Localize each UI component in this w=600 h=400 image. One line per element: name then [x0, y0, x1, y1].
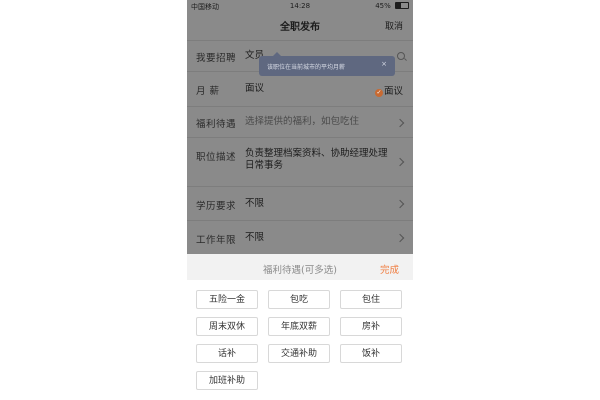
position-label: 我要招聘	[196, 53, 237, 64]
form-row-description[interactable]: 职位描述 负责整理档案资料、协助经理处理日常事务	[187, 138, 413, 187]
chevron-right-icon	[395, 157, 405, 167]
benefits-label: 福利待遇	[196, 119, 237, 130]
benefit-option[interactable]: 周末双休	[196, 317, 258, 336]
benefit-option[interactable]: 话补	[196, 344, 258, 363]
benefit-option[interactable]: 包吃	[268, 290, 330, 309]
salary-label: 月 薪	[196, 86, 220, 97]
benefit-option[interactable]: 加班补助	[196, 371, 258, 390]
cancel-button[interactable]: 取消	[385, 19, 403, 32]
battery-icon	[395, 2, 409, 9]
education-label: 学历要求	[196, 201, 237, 212]
negotiable-label: 面议	[383, 86, 403, 97]
salary-value: 面议	[245, 83, 265, 94]
benefit-option[interactable]: 包住	[340, 290, 402, 309]
done-button[interactable]: 完成	[380, 262, 399, 276]
tooltip-text: 该职位在当前城市的平均月薪	[267, 64, 346, 71]
form-row-benefits[interactable]: 福利待遇 选择提供的福利，如包吃住	[187, 107, 413, 138]
battery-status: 45%	[375, 2, 409, 10]
experience-label: 工作年限	[196, 235, 237, 246]
form-row-education[interactable]: 学历要求 不限	[187, 187, 413, 221]
chevron-right-icon	[395, 199, 405, 209]
benefit-option[interactable]: 年底双薪	[268, 317, 330, 336]
benefits-placeholder: 选择提供的福利，如包吃住	[245, 116, 360, 127]
benefit-option[interactable]: 五险一金	[196, 290, 258, 309]
education-value: 不限	[245, 198, 265, 209]
benefit-option[interactable]: 交通补助	[268, 344, 330, 363]
negotiable-checkbox[interactable]: ✓ 面议	[374, 83, 403, 97]
sheet-header: 福利待遇(可多选) 完成	[187, 254, 413, 280]
chevron-right-icon	[395, 118, 405, 128]
experience-value: 不限	[245, 232, 265, 243]
search-icon[interactable]	[397, 52, 405, 60]
close-icon[interactable]: ×	[381, 60, 387, 68]
description-value: 负责整理档案资料、协助经理处理日常事务	[245, 148, 388, 171]
page-title: 全职发布	[280, 22, 320, 33]
chevron-right-icon	[395, 233, 405, 243]
check-icon: ✓	[374, 89, 383, 97]
form-row-experience[interactable]: 工作年限 不限	[187, 221, 413, 254]
benefit-option[interactable]: 房补	[340, 317, 402, 336]
status-bar: 中国移动 14:28 45%	[187, 0, 413, 12]
benefits-sheet: 福利待遇(可多选) 完成 五险一金 包吃 包住 周末双休 年底双薪 房补 话补 …	[187, 254, 413, 400]
description-label: 职位描述	[196, 152, 237, 163]
phone-screen: 中国移动 14:28 45% 全职发布 取消 我要招聘 文员 月 薪 面议 ✓ 面…	[187, 0, 413, 400]
salary-tooltip: 该职位在当前城市的平均月薪 ×	[259, 52, 395, 76]
nav-bar: 全职发布 取消	[187, 12, 413, 41]
benefit-option[interactable]: 饭补	[340, 344, 402, 363]
battery-percent: 45%	[375, 2, 391, 10]
